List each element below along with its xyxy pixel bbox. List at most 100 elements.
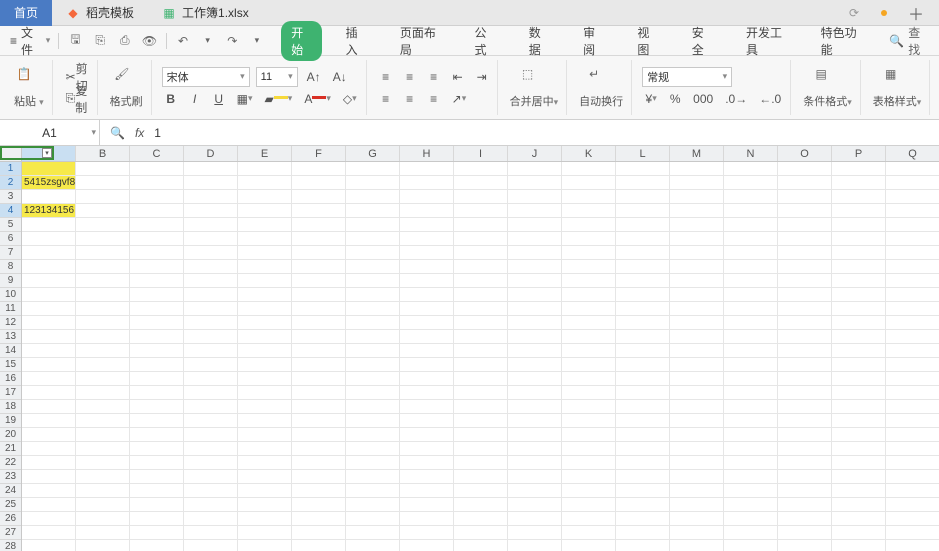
cell[interactable]: [238, 386, 292, 400]
cell[interactable]: [454, 218, 508, 232]
cell[interactable]: [130, 414, 184, 428]
row-header-27[interactable]: 27: [0, 526, 21, 540]
cell[interactable]: [76, 456, 130, 470]
cell[interactable]: [184, 288, 238, 302]
cell[interactable]: [346, 204, 400, 218]
cell[interactable]: [454, 316, 508, 330]
cell[interactable]: [616, 176, 670, 190]
cell[interactable]: [292, 330, 346, 344]
zoom-icon[interactable]: 🔍: [110, 126, 125, 140]
cell[interactable]: [346, 428, 400, 442]
cell[interactable]: [616, 260, 670, 274]
cell[interactable]: [454, 204, 508, 218]
cell[interactable]: [400, 246, 454, 260]
cell[interactable]: [346, 498, 400, 512]
cell[interactable]: [724, 344, 778, 358]
cell[interactable]: [454, 358, 508, 372]
cell[interactable]: [778, 274, 832, 288]
cell[interactable]: [130, 470, 184, 484]
cell[interactable]: [22, 162, 76, 176]
cell[interactable]: [724, 288, 778, 302]
cell[interactable]: [22, 526, 76, 540]
cell[interactable]: [400, 456, 454, 470]
cell[interactable]: [292, 470, 346, 484]
cell[interactable]: [454, 400, 508, 414]
cell[interactable]: [778, 456, 832, 470]
cell[interactable]: [832, 302, 886, 316]
col-header-B[interactable]: B: [76, 146, 130, 161]
cell[interactable]: [886, 232, 939, 246]
row-header-5[interactable]: 5: [0, 218, 21, 232]
cell[interactable]: [346, 218, 400, 232]
cell[interactable]: [76, 316, 130, 330]
cell[interactable]: [778, 288, 832, 302]
clear-format-icon[interactable]: ◇▾: [340, 89, 360, 109]
cell[interactable]: [400, 386, 454, 400]
col-header-D[interactable]: D: [184, 146, 238, 161]
cell[interactable]: [346, 302, 400, 316]
cell[interactable]: [670, 400, 724, 414]
cell[interactable]: [130, 358, 184, 372]
orientation-icon[interactable]: ↗▾: [449, 89, 470, 109]
tab-pin-icon[interactable]: ⟳: [849, 6, 859, 20]
cell[interactable]: [886, 288, 939, 302]
cell[interactable]: [346, 176, 400, 190]
cell[interactable]: [562, 232, 616, 246]
cell[interactable]: [184, 274, 238, 288]
cell[interactable]: [724, 274, 778, 288]
cell[interactable]: [238, 288, 292, 302]
cell[interactable]: [130, 400, 184, 414]
cell[interactable]: [886, 498, 939, 512]
col-header-G[interactable]: G: [346, 146, 400, 161]
cell[interactable]: [130, 260, 184, 274]
cell[interactable]: [292, 344, 346, 358]
cell[interactable]: [508, 498, 562, 512]
cell[interactable]: [22, 302, 76, 316]
tab-template[interactable]: ◆ 稻壳模板: [52, 0, 148, 26]
border-button[interactable]: ▦▾: [234, 89, 256, 109]
row-header-26[interactable]: 26: [0, 512, 21, 526]
cell[interactable]: [778, 400, 832, 414]
cell[interactable]: [508, 246, 562, 260]
cell[interactable]: [616, 190, 670, 204]
name-box[interactable]: A1 ▾: [0, 120, 100, 146]
align-middle-icon[interactable]: ≡: [401, 67, 419, 87]
cell[interactable]: [616, 274, 670, 288]
cell[interactable]: [670, 288, 724, 302]
cell[interactable]: [454, 288, 508, 302]
cell[interactable]: [130, 526, 184, 540]
cell[interactable]: [832, 176, 886, 190]
cell[interactable]: [508, 386, 562, 400]
cell[interactable]: [886, 372, 939, 386]
cell[interactable]: [508, 260, 562, 274]
cell[interactable]: [184, 218, 238, 232]
cell[interactable]: [76, 176, 130, 190]
cell[interactable]: [886, 162, 939, 176]
cell[interactable]: [616, 428, 670, 442]
row-header-21[interactable]: 21: [0, 442, 21, 456]
undo-icon[interactable]: ↶: [175, 32, 192, 50]
cell[interactable]: [346, 316, 400, 330]
cell[interactable]: [670, 372, 724, 386]
cell[interactable]: [616, 484, 670, 498]
cell[interactable]: [508, 414, 562, 428]
row-header-24[interactable]: 24: [0, 484, 21, 498]
cell[interactable]: [670, 330, 724, 344]
font-size-select[interactable]: 11▾: [256, 67, 298, 87]
cell[interactable]: [76, 540, 130, 551]
cell[interactable]: [184, 176, 238, 190]
align-right-icon[interactable]: ≡: [425, 89, 443, 109]
row-header-14[interactable]: 14: [0, 344, 21, 358]
cell[interactable]: [22, 218, 76, 232]
cell[interactable]: [616, 232, 670, 246]
cell[interactable]: [292, 218, 346, 232]
row-header-19[interactable]: 19: [0, 414, 21, 428]
cell[interactable]: [130, 372, 184, 386]
cell[interactable]: [292, 512, 346, 526]
cell[interactable]: [76, 162, 130, 176]
cell[interactable]: [238, 274, 292, 288]
currency-icon[interactable]: ¥▾: [642, 89, 660, 109]
cell[interactable]: [22, 274, 76, 288]
italic-button[interactable]: I: [186, 89, 204, 109]
cell[interactable]: [562, 526, 616, 540]
